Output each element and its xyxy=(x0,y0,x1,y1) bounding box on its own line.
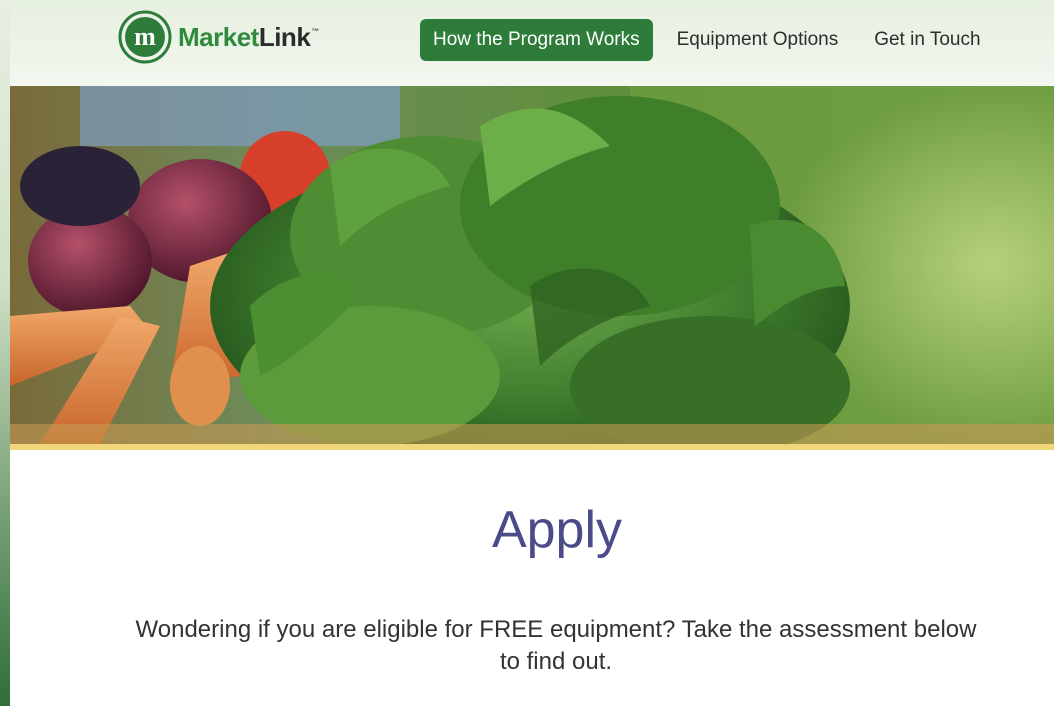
left-edge-strip xyxy=(0,0,10,706)
intro-text: Wondering if you are eligible for FREE e… xyxy=(135,616,977,675)
page: m MarketLink™ How the Program Works Equi… xyxy=(10,0,1054,706)
logo-mark-icon: m xyxy=(118,10,172,64)
produce-photo xyxy=(10,86,1054,444)
page-title: Apply xyxy=(491,501,623,559)
nav-equipment-options[interactable]: Equipment Options xyxy=(659,19,857,61)
marketlink-logo[interactable]: m MarketLink™ xyxy=(118,8,319,66)
nav-how-the-program-works[interactable]: How the Program Works xyxy=(420,19,653,61)
logo-mark-letter: m xyxy=(134,22,156,51)
logo-trademark: ™ xyxy=(311,27,319,36)
hero-image xyxy=(10,86,1054,444)
logo-text-link: Link xyxy=(258,22,311,52)
hero-divider xyxy=(10,444,1054,450)
site-header: m MarketLink™ How the Program Works Equi… xyxy=(10,0,1054,96)
logo-wordmark: MarketLink™ xyxy=(178,24,319,50)
logo-text-market: Market xyxy=(178,22,259,52)
nav-get-in-touch[interactable]: Get in Touch xyxy=(856,19,998,61)
main-nav: How the Program Works Equipment Options … xyxy=(420,18,999,62)
